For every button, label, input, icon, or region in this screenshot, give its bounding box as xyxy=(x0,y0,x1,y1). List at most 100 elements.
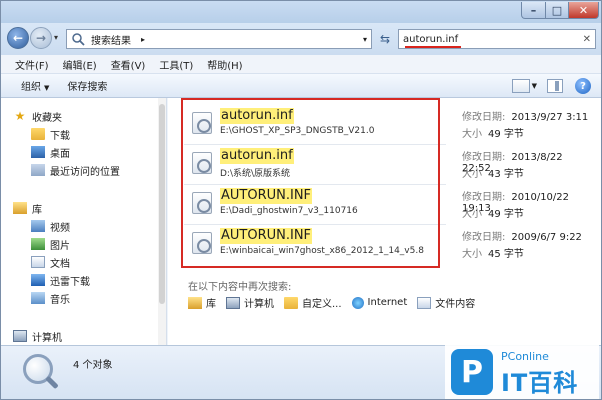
minimize-button[interactable]: – xyxy=(521,2,546,19)
result-size: 大小 43 字节 xyxy=(462,165,524,180)
size-label: 大小 xyxy=(462,249,482,260)
nav-favorites[interactable]: ★ 收藏夹 xyxy=(13,108,62,124)
nav-pictures[interactable]: 图片 xyxy=(31,236,70,252)
size-label: 大小 xyxy=(462,169,482,180)
nav-libraries-label: 库 xyxy=(32,204,42,216)
search-again-file-contents[interactable]: 文件内容 xyxy=(417,295,475,310)
search-input[interactable]: autorun.inf ✕ xyxy=(398,29,596,49)
library-icon xyxy=(13,202,27,214)
file-contents-icon xyxy=(417,296,432,309)
history-dropdown-icon[interactable]: ▾ xyxy=(54,33,58,42)
search-folder-icon xyxy=(72,33,85,46)
menu-tools[interactable]: 工具(T) xyxy=(159,57,193,72)
clear-search-icon[interactable]: ✕ xyxy=(583,34,591,45)
address-row: ← → ▾ 搜索结果 ▸ ▾ ⇆ autorun.inf ✕ xyxy=(1,23,601,55)
size-value: 49 字节 xyxy=(488,209,524,220)
command-bar: 组织 ▼ 保存搜索 ▼ ? xyxy=(1,74,601,98)
search-again-library[interactable]: 库 xyxy=(188,295,216,310)
menu-help[interactable]: 帮助(H) xyxy=(207,57,242,72)
search-again-internet[interactable]: Internet xyxy=(351,296,408,309)
nav-music[interactable]: 音乐 xyxy=(31,290,70,306)
document-icon xyxy=(31,256,45,268)
back-button[interactable]: ← xyxy=(7,27,29,49)
view-dropdown-icon[interactable]: ▼ xyxy=(532,82,537,90)
red-highlight-box xyxy=(181,98,440,268)
close-button[interactable]: ✕ xyxy=(568,2,599,19)
organize-caret-icon: ▼ xyxy=(44,84,50,92)
save-search-button[interactable]: 保存搜索 xyxy=(67,78,107,93)
nav-desktop[interactable]: 桌面 xyxy=(31,144,70,160)
library-icon xyxy=(188,296,202,309)
item-count: 4 个对象 xyxy=(73,360,113,371)
pconline-watermark: P PConline IT百科 xyxy=(445,345,599,399)
refresh-button[interactable]: ⇆ xyxy=(376,31,394,47)
nav-computer[interactable]: 计算机 xyxy=(13,328,62,344)
modified-label: 修改日期: xyxy=(462,112,506,123)
change-view-icon[interactable] xyxy=(511,79,530,93)
refresh-icon: ⇆ xyxy=(379,32,391,46)
back-arrow-icon: ← xyxy=(12,31,24,45)
nav-thunder-label: 迅雷下载 xyxy=(50,276,90,288)
nav-videos[interactable]: 视频 xyxy=(31,218,70,234)
nav-scrollbar-thumb[interactable] xyxy=(159,104,165,304)
modified-label: 修改日期: xyxy=(462,192,506,203)
address-bar[interactable]: 搜索结果 ▸ ▾ xyxy=(66,29,372,49)
result-modified: 修改日期: 2013/9/27 3:11 xyxy=(462,108,588,123)
music-icon xyxy=(31,292,45,304)
recent-places-icon xyxy=(31,164,45,176)
nav-recent[interactable]: 最近访问的位置 xyxy=(31,162,120,178)
downloads-folder-icon xyxy=(31,128,45,140)
navigation-pane: ★ 收藏夹 下载 桌面 最近访问的位置 库 视频 图片 文档 迅雷下载 音乐 计算… xyxy=(1,98,167,345)
magnifier-handle-icon xyxy=(45,375,59,390)
watermark-name: IT百科 xyxy=(501,369,579,397)
search-again-internet-label: Internet xyxy=(367,297,408,308)
picture-icon xyxy=(31,238,45,250)
size-label: 大小 xyxy=(462,209,482,220)
nav-documents[interactable]: 文档 xyxy=(31,254,70,270)
modified-label: 修改日期: xyxy=(462,232,506,243)
computer-icon xyxy=(226,296,240,309)
nav-videos-label: 视频 xyxy=(50,222,70,234)
result-size: 大小 45 字节 xyxy=(462,245,524,260)
preview-pane-icon[interactable] xyxy=(547,79,563,93)
maximize-button[interactable]: □ xyxy=(545,2,569,19)
result-size: 大小 49 字节 xyxy=(462,125,524,140)
forward-arrow-icon: → xyxy=(35,31,47,45)
menu-bar: 文件(F) 编辑(E) 查看(V) 工具(T) 帮助(H) xyxy=(1,55,601,74)
organize-button[interactable]: 组织 ▼ xyxy=(21,78,49,93)
breadcrumb-arrow-icon[interactable]: ▸ xyxy=(141,35,145,44)
desktop-icon xyxy=(31,146,45,158)
search-again-custom[interactable]: 自定义... xyxy=(284,295,342,310)
size-label: 大小 xyxy=(462,129,482,140)
nav-downloads-label: 下载 xyxy=(50,130,70,142)
search-underline-mark xyxy=(405,46,461,48)
thunder-download-icon xyxy=(31,274,45,286)
search-again-computer-label: 计算机 xyxy=(244,299,274,310)
search-again-options: 库 计算机 自定义... Internet 文件内容 xyxy=(188,295,485,310)
forward-button[interactable]: → xyxy=(30,27,52,49)
nav-thunder-downloads[interactable]: 迅雷下载 xyxy=(31,272,90,288)
nav-downloads[interactable]: 下载 xyxy=(31,126,70,142)
computer-icon xyxy=(13,330,27,342)
address-dropdown-icon[interactable]: ▾ xyxy=(363,35,367,44)
search-again-computer[interactable]: 计算机 xyxy=(226,295,274,310)
search-again-library-label: 库 xyxy=(206,299,216,310)
nav-desktop-label: 桌面 xyxy=(50,148,70,160)
breadcrumb-search-results[interactable]: 搜索结果 xyxy=(91,32,131,47)
menu-file[interactable]: 文件(F) xyxy=(15,57,49,72)
organize-label: 组织 xyxy=(21,82,41,93)
search-again-label: 在以下内容中再次搜索: xyxy=(188,282,292,293)
menu-view[interactable]: 查看(V) xyxy=(111,57,146,72)
star-icon: ★ xyxy=(14,109,26,123)
nav-scrollbar[interactable] xyxy=(158,98,166,345)
video-icon xyxy=(31,220,45,232)
nav-pictures-label: 图片 xyxy=(50,240,70,252)
search-query-text[interactable]: autorun.inf xyxy=(403,34,458,45)
menu-edit[interactable]: 编辑(E) xyxy=(63,57,97,72)
nav-libraries[interactable]: 库 xyxy=(13,200,42,216)
modified-label: 修改日期: xyxy=(462,152,506,163)
nav-favorites-label: 收藏夹 xyxy=(32,112,62,124)
title-bar: – □ ✕ xyxy=(1,1,601,23)
help-icon[interactable]: ? xyxy=(575,78,591,94)
result-modified: 修改日期: 2009/6/7 9:22 xyxy=(462,228,582,243)
